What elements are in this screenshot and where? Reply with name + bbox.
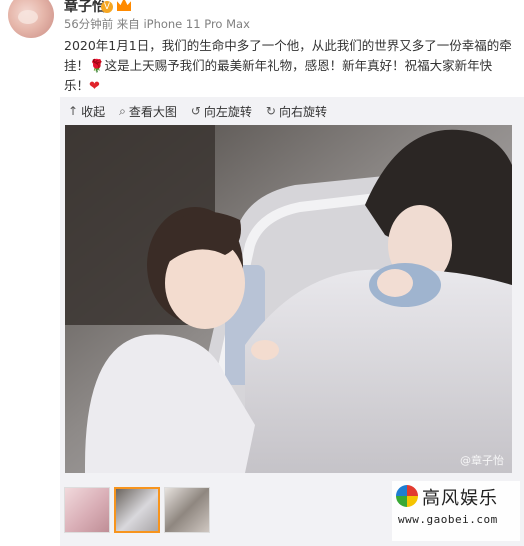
user-name[interactable]: 章子怡 xyxy=(64,0,106,16)
brand-logo-icon xyxy=(396,485,418,507)
rotate-right-label: 向右旋转 xyxy=(278,104,327,119)
main-photo[interactable]: @章子怡 xyxy=(65,125,512,473)
post-meta: 56分钟前 来自 iPhone 11 Pro Max xyxy=(64,17,250,31)
heart-icon: ❤ xyxy=(89,79,100,94)
rotate-left-label: 向左旋转 xyxy=(203,104,252,119)
post-text-part2: 这是上天赐予我们的最美新年礼物，感恩！新年真好！祝福大家新年快乐！ xyxy=(64,58,493,93)
collapse-button[interactable]: ↑ 收起 xyxy=(68,103,105,120)
post-header: 章子怡 V 56分钟前 来自 iPhone 11 Pro Max 2020年1月… xyxy=(0,0,524,96)
photo-illustration xyxy=(65,125,512,473)
media-toolbar: ↑ 收起 ⌕ 查看大图 ↺ 向左旋转 ↻ 向右旋转 xyxy=(60,97,524,125)
rotate-right-button[interactable]: ↻ 向右旋转 xyxy=(266,103,327,120)
thumbnail-3[interactable] xyxy=(164,487,210,533)
post-text: 2020年1月1日，我们的生命中多了一个他，从此我们的世界又多了一份幸福的牵挂！… xyxy=(64,36,516,97)
brand-url: www.gaobei.com xyxy=(398,513,498,526)
brand-watermark: 高风娱乐 www.gaobei.com xyxy=(392,481,520,541)
media-viewer: ↑ 收起 ⌕ 查看大图 ↺ 向左旋转 ↻ 向右旋转 @章子怡 高风娱乐 www.… xyxy=(60,97,524,546)
search-icon: ⌕ xyxy=(119,103,126,118)
rose-icon: 🌹 xyxy=(89,58,105,73)
thumbnail-strip xyxy=(64,487,214,533)
rotate-right-icon: ↻ xyxy=(265,104,276,118)
view-large-button[interactable]: ⌕ 查看大图 xyxy=(119,103,177,120)
view-large-label: 查看大图 xyxy=(128,104,177,119)
brand-name: 高风娱乐 xyxy=(422,488,498,509)
verified-badge-icon: V xyxy=(101,1,113,13)
collapse-label: 收起 xyxy=(81,104,106,119)
crown-icon xyxy=(117,0,131,11)
collapse-icon: ↑ xyxy=(68,104,79,118)
thumbnail-1[interactable] xyxy=(64,487,110,533)
rotate-left-button[interactable]: ↺ 向左旋转 xyxy=(191,103,252,120)
avatar[interactable] xyxy=(8,0,54,38)
thumbnail-2[interactable] xyxy=(114,487,160,533)
photo-watermark: @章子怡 xyxy=(460,454,504,467)
rotate-left-icon: ↺ xyxy=(190,104,201,118)
